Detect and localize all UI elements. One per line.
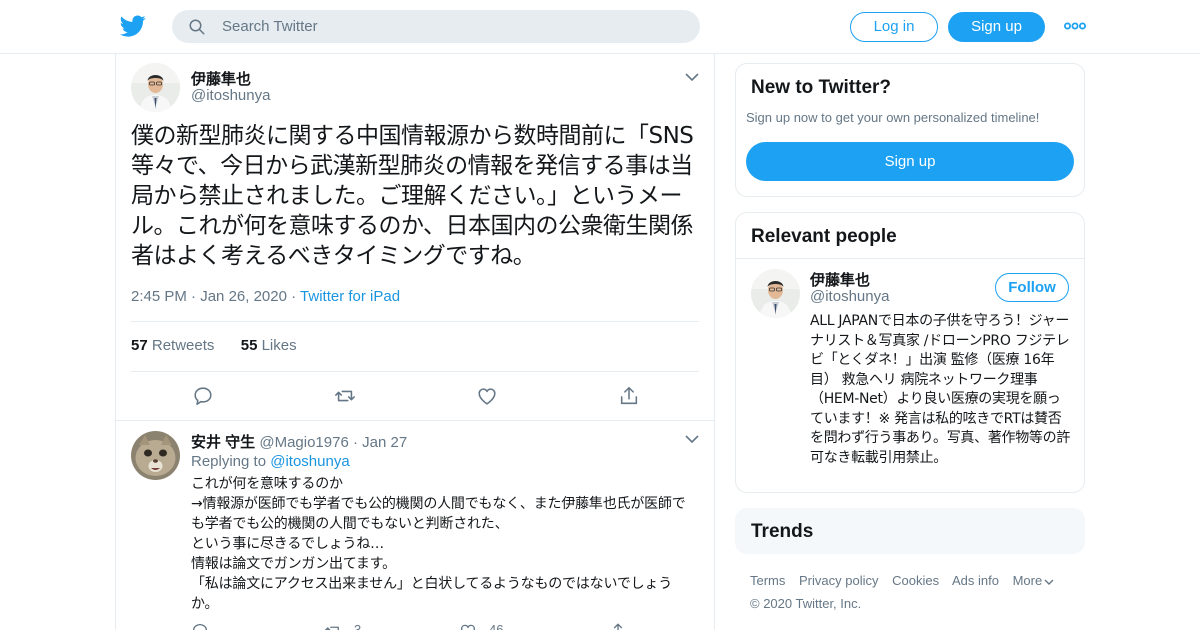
- divider: [736, 258, 1084, 259]
- tweet-date[interactable]: Jan 26, 2020: [200, 288, 287, 305]
- search-input[interactable]: [222, 10, 682, 43]
- meta-separator: ·: [191, 288, 201, 305]
- tweet-text: 僕の新型肺炎に関する中国情報源から数時間前に「SNS等々で、今日から武漢新型肺炎…: [131, 123, 694, 269]
- relevant-people-card: Relevant people 伊藤隼也 @itoshunya Follow A…: [735, 212, 1085, 493]
- footer-link-ads-info[interactable]: Ads info: [952, 573, 999, 588]
- share-icon[interactable]: [609, 622, 627, 630]
- reply-icon[interactable]: [191, 622, 209, 630]
- sidebar-footer: Terms Privacy policy Cookies Ads info Mo…: [750, 573, 1090, 611]
- tweet-time[interactable]: 2:45 PM: [131, 288, 187, 305]
- retweet-icon[interactable]: [334, 385, 356, 407]
- avatar[interactable]: [131, 431, 180, 480]
- tweet-column: 伊藤隼也 @itoshunya 僕の新型肺炎に関する中国情報源から数時間前に「S…: [115, 54, 715, 630]
- reply-actions: 3 46: [191, 619, 661, 630]
- likes-count: 55: [240, 337, 258, 354]
- divider: [131, 321, 699, 322]
- retweets-label: Retweets: [151, 337, 215, 354]
- share-icon[interactable]: [618, 385, 640, 407]
- footer-link-privacy[interactable]: Privacy policy: [799, 573, 878, 588]
- divider: [116, 420, 714, 421]
- reply-author-handle[interactable]: @Magio1976: [259, 434, 348, 451]
- reply-like-count: 46: [489, 622, 504, 630]
- more-dots-icon[interactable]: [1064, 20, 1086, 32]
- card-title: Relevant people: [751, 226, 897, 247]
- replying-to-label: Replying to: [191, 453, 267, 470]
- person-bio: ALL JAPANで日本の子供を守ろう！ジャーナリスト＆写真家 /ドローンPRO…: [810, 313, 1071, 466]
- avatar[interactable]: [131, 63, 180, 112]
- chevron-down-icon[interactable]: [685, 434, 699, 444]
- retweets-stat[interactable]: 57 Retweets: [131, 337, 214, 354]
- chevron-down-icon[interactable]: [685, 72, 699, 82]
- person-name[interactable]: 伊藤隼也: [810, 269, 870, 290]
- heart-icon[interactable]: [476, 385, 498, 407]
- replying-to: Replying to @itoshunya: [191, 453, 350, 470]
- footer-link-cookies[interactable]: Cookies: [892, 573, 939, 588]
- follow-button[interactable]: Follow: [995, 273, 1069, 302]
- footer-links: Terms Privacy policy Cookies Ads info Mo…: [750, 573, 1090, 588]
- reply-header: 安井 守生 @Magio1976 · Jan 27: [191, 431, 407, 452]
- heart-icon[interactable]: [459, 622, 477, 630]
- footer-more-label: More: [1012, 573, 1043, 588]
- replying-to-link[interactable]: @itoshunya: [270, 453, 349, 470]
- person-handle[interactable]: @itoshunya: [810, 288, 889, 305]
- top-bar: Log in Sign up: [0, 0, 1200, 54]
- tweet-meta: 2:45 PM · Jan 26, 2020 · Twitter for iPa…: [131, 288, 400, 305]
- author-handle[interactable]: @itoshunya: [191, 87, 270, 104]
- card-title: New to Twitter?: [751, 77, 892, 98]
- footer-link-more[interactable]: More: [1013, 573, 1055, 588]
- reply-retweet-count: 3: [354, 622, 362, 630]
- divider: [131, 371, 699, 372]
- search-box[interactable]: [172, 10, 700, 43]
- retweet-icon[interactable]: [324, 622, 342, 630]
- search-icon: [189, 19, 205, 35]
- card-subtitle: Sign up now to get your own personalized…: [746, 110, 1040, 125]
- retweets-count: 57: [131, 337, 148, 354]
- tweet-source-link[interactable]: Twitter for iPad: [300, 288, 400, 305]
- reply-text: これが何を意味するのか →情報源が医師でも学者でも公的機関の人間でもなく、また伊…: [191, 476, 686, 612]
- footer-link-terms[interactable]: Terms: [750, 573, 785, 588]
- reply-date[interactable]: Jan 27: [362, 434, 407, 451]
- twitter-bird-icon[interactable]: [120, 13, 146, 39]
- meta-separator: ·: [352, 434, 363, 451]
- reply-icon[interactable]: [192, 385, 214, 407]
- new-to-twitter-card: New to Twitter? Sign up now to get your …: [735, 63, 1085, 197]
- login-button[interactable]: Log in: [850, 12, 938, 42]
- likes-label: Likes: [261, 337, 297, 354]
- trends-card: Trends: [735, 508, 1085, 554]
- author-name[interactable]: 伊藤隼也: [191, 68, 251, 89]
- chevron-down-icon: [1044, 579, 1054, 585]
- signup-button[interactable]: Sign up: [948, 12, 1045, 42]
- reply-author-name[interactable]: 安井 守生: [191, 434, 255, 451]
- signup-button[interactable]: Sign up: [746, 142, 1074, 181]
- card-title: Trends: [751, 521, 814, 542]
- tweet-stats: 57 Retweets 55 Likes: [131, 337, 297, 354]
- copyright: © 2020 Twitter, Inc.: [750, 596, 862, 611]
- meta-separator: ·: [291, 288, 301, 305]
- likes-stat[interactable]: 55 Likes: [241, 337, 297, 354]
- avatar[interactable]: [751, 269, 800, 318]
